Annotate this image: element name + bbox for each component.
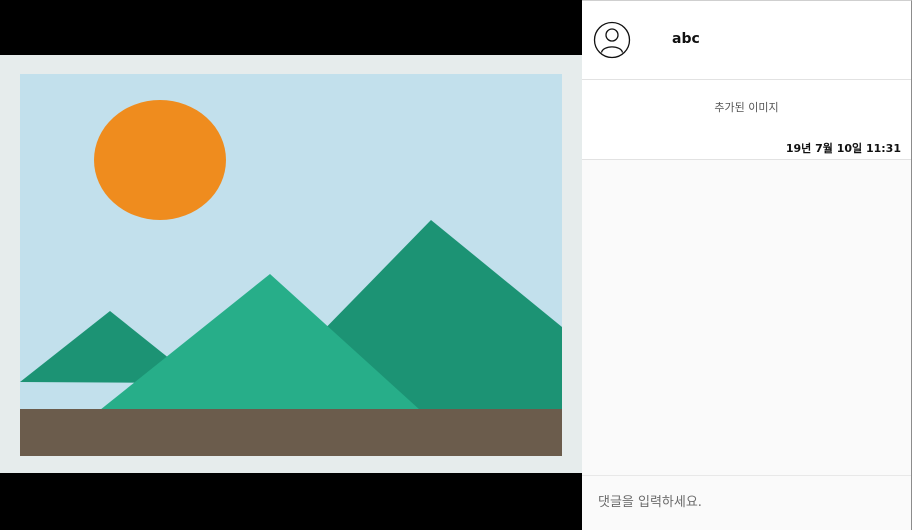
post-timestamp: 19년 7월 10일 11:31 — [785, 142, 901, 155]
comment-input[interactable] — [588, 486, 900, 518]
user-avatar-icon[interactable] — [593, 21, 631, 59]
image-frame — [0, 55, 582, 473]
post-sidebar: abc 추가된 이미지 19년 7월 10일 11:31 — [582, 0, 912, 530]
sun — [94, 100, 226, 220]
image-viewer — [0, 0, 582, 530]
post-body: 추가된 이미지 19년 7월 10일 11:31 — [582, 80, 911, 160]
ground — [20, 409, 562, 456]
comment-bar — [582, 475, 911, 530]
username[interactable]: abc — [672, 31, 700, 47]
post-caption: 추가된 이미지 — [714, 101, 779, 114]
comments-list — [582, 160, 911, 475]
landscape-image — [20, 74, 562, 456]
post-header: abc — [582, 1, 911, 80]
